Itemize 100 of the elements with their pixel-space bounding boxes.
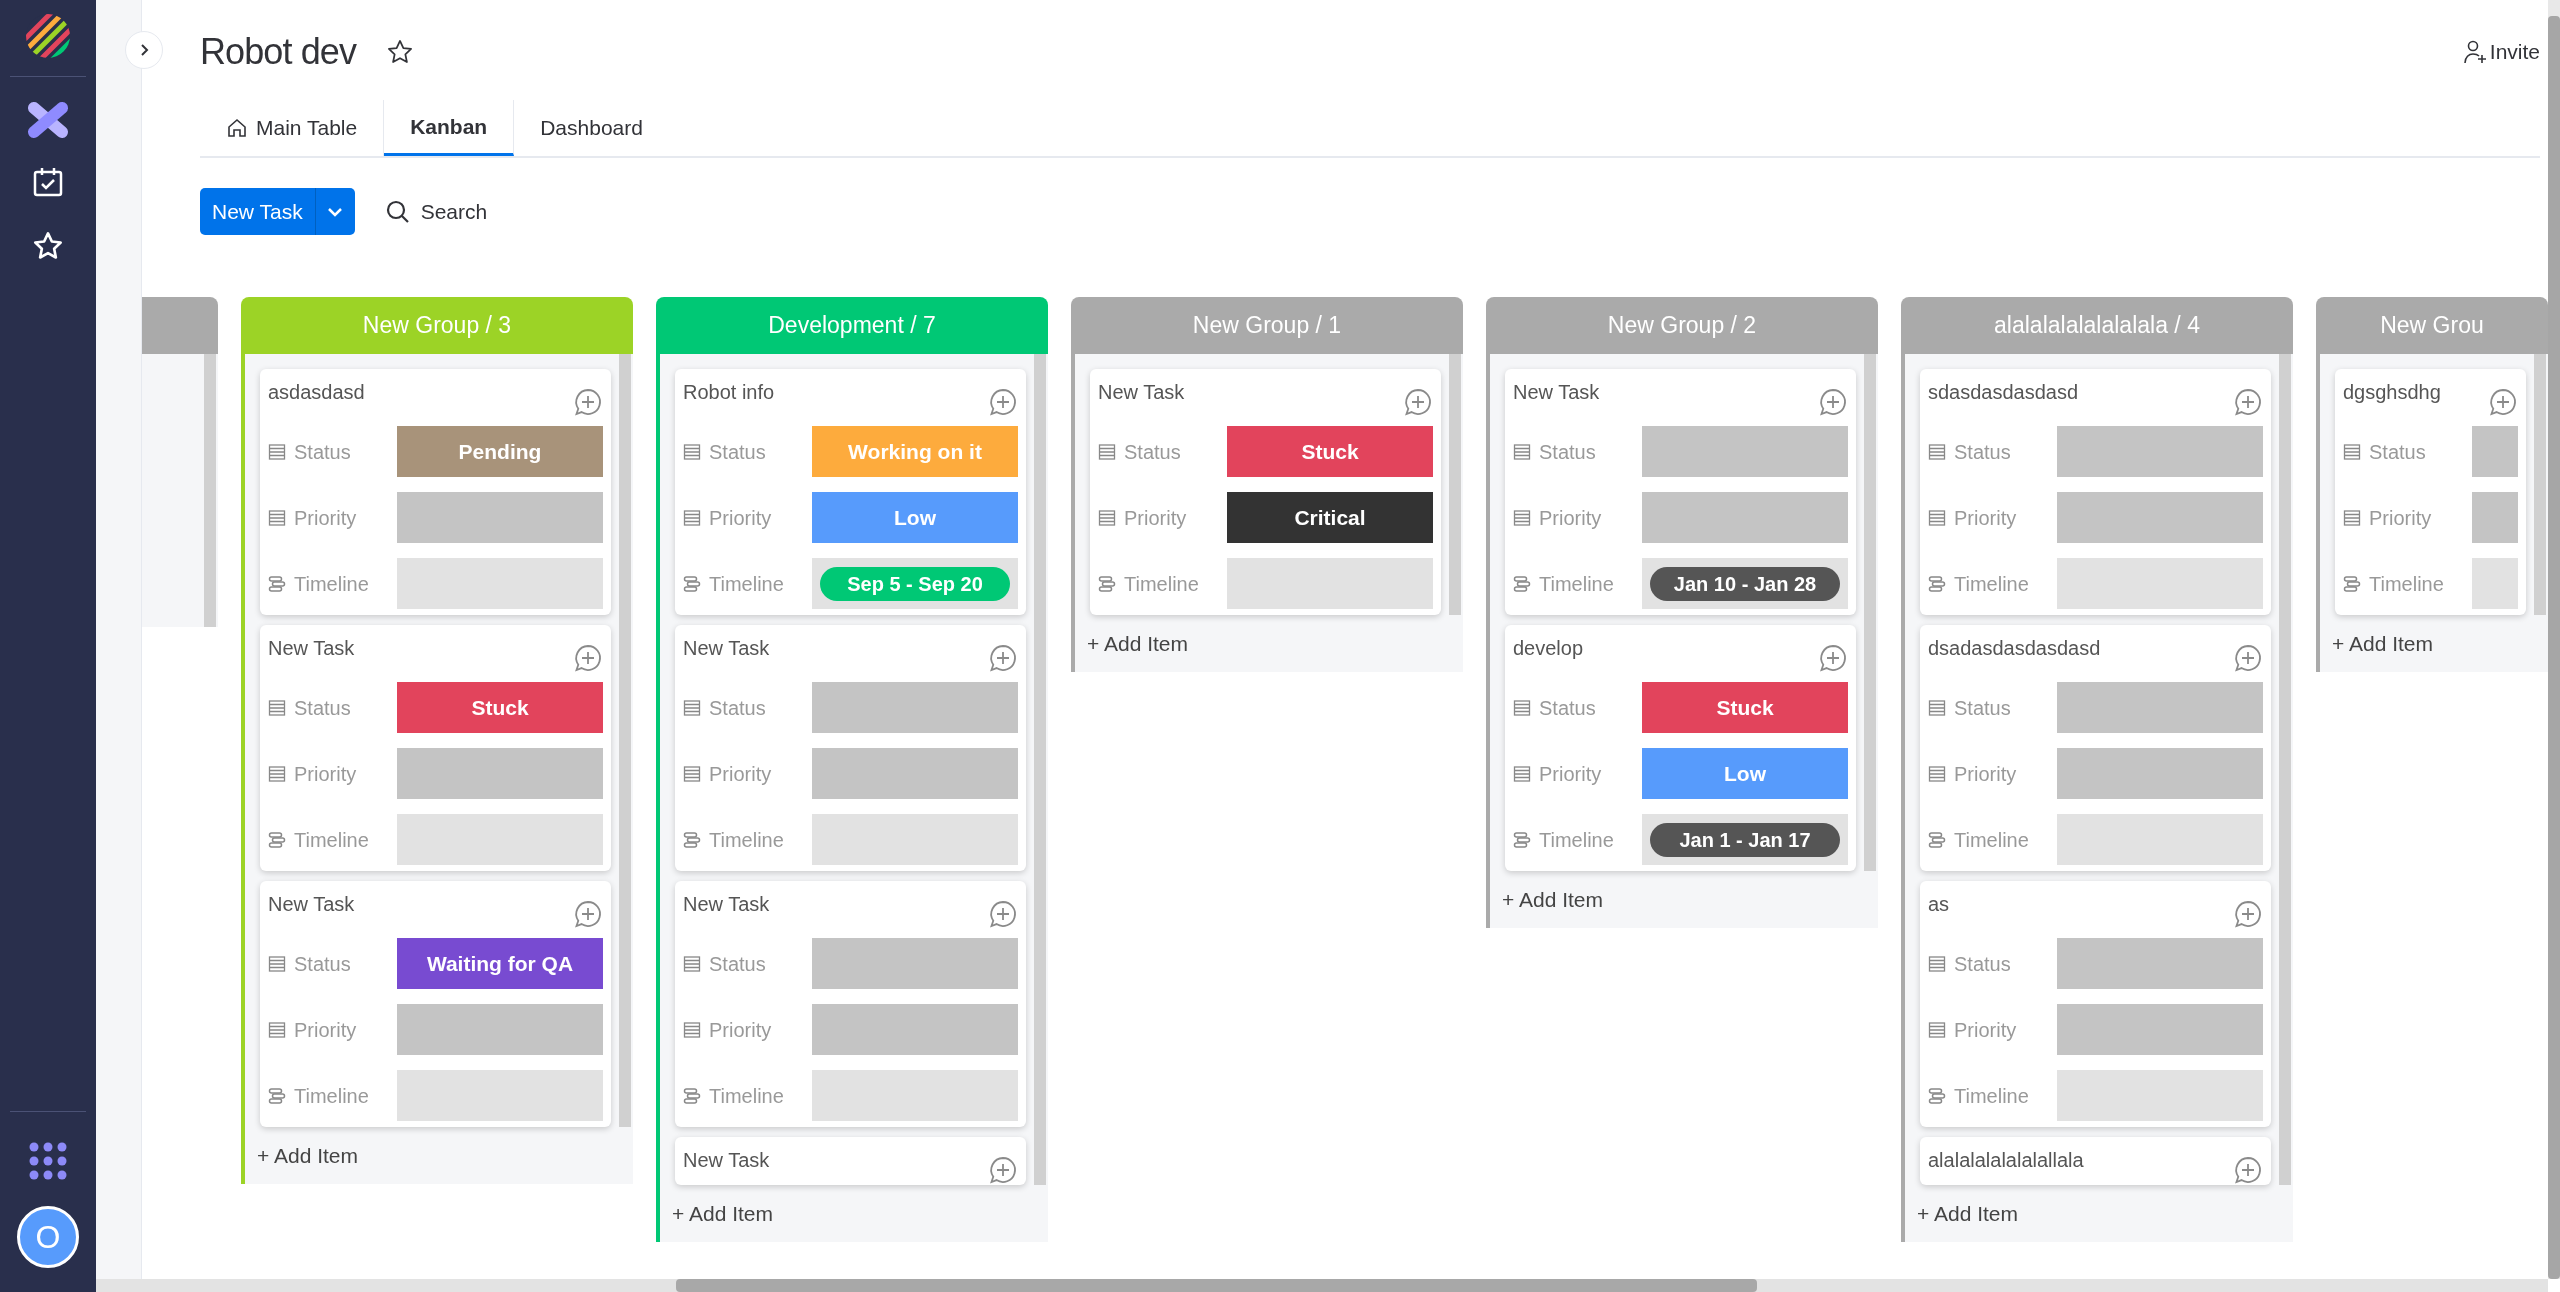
task-card[interactable]: dgsghsdhg Status Priority Timeline — [2335, 369, 2526, 615]
status-label[interactable]: Waiting for QA — [397, 938, 603, 989]
horizontal-scrollbar[interactable] — [96, 1279, 2548, 1292]
task-card[interactable]: New Task Status Priority Timeline — [675, 625, 1026, 871]
timeline-cell[interactable]: Jan 1 - Jan 17 — [1642, 814, 1848, 865]
view-tab[interactable]: Dashboard — [514, 100, 669, 156]
priority-label[interactable] — [2472, 492, 2518, 543]
task-card[interactable]: New Task Status Stuck Priority Critical Timeline — [1090, 369, 1441, 615]
timeline-cell[interactable] — [2057, 558, 2263, 609]
invite-link[interactable]: Invite — [2489, 36, 2540, 68]
status-label[interactable]: Stuck — [397, 682, 603, 733]
column-scrollbar[interactable] — [619, 354, 631, 1127]
add-update-icon[interactable] — [988, 387, 1018, 417]
priority-label[interactable] — [812, 1004, 1018, 1055]
task-title: New Task — [1513, 380, 1600, 405]
add-item-button[interactable]: + Add Item — [1905, 1185, 2293, 1242]
status-label[interactable] — [2057, 682, 2263, 733]
status-label[interactable] — [1642, 426, 1848, 477]
add-update-icon[interactable] — [2233, 643, 2263, 673]
status-label[interactable] — [2057, 938, 2263, 989]
add-item-button[interactable]: + Add Item — [660, 1185, 1048, 1242]
timeline-cell[interactable] — [812, 1070, 1018, 1121]
view-tab[interactable]: Kanban — [384, 100, 515, 156]
add-update-icon[interactable] — [1403, 387, 1433, 417]
timeline-cell[interactable] — [2472, 558, 2518, 609]
priority-label[interactable] — [2057, 492, 2263, 543]
add-update-icon[interactable] — [573, 387, 603, 417]
priority-label[interactable] — [812, 748, 1018, 799]
timeline-cell[interactable] — [2057, 814, 2263, 865]
priority-label[interactable] — [1642, 492, 1848, 543]
task-card[interactable]: New Task — [675, 1137, 1026, 1185]
add-item-button[interactable]: + Add Item — [1490, 871, 1878, 928]
list-icon — [1098, 508, 1116, 527]
task-card[interactable]: alalalalalalalallala — [1920, 1137, 2271, 1185]
timeline-cell[interactable]: Jan 10 - Jan 28 — [1642, 558, 1848, 609]
timeline-cell[interactable] — [2057, 1070, 2263, 1121]
field-label: Timeline — [709, 571, 784, 597]
column-scrollbar[interactable] — [1449, 354, 1461, 615]
timeline-cell[interactable] — [397, 814, 603, 865]
task-card[interactable]: New Task Status Waiting for QA Priority Timeline — [260, 881, 611, 1127]
task-card[interactable]: New Task Status Priority Timeline — [675, 881, 1026, 1127]
task-card[interactable]: sdasdasdasdasd Status Priority Timeline — [1920, 369, 2271, 615]
status-label[interactable] — [2472, 426, 2518, 477]
search-button[interactable]: Search — [384, 195, 488, 228]
add-update-icon[interactable] — [1818, 387, 1848, 417]
add-update-icon[interactable] — [2233, 387, 2263, 417]
cross-logo-icon[interactable] — [26, 100, 70, 140]
add-update-icon[interactable] — [1818, 643, 1848, 673]
task-card[interactable]: develop Status Stuck Priority Low Timeline Jan 1 - Jan 17 — [1505, 625, 1856, 871]
view-tab[interactable]: Main Table — [200, 100, 385, 156]
task-card[interactable]: as Status Priority Timeline — [1920, 881, 2271, 1127]
task-card[interactable]: Robot info Status Working on it Priority Low Timeline Sep 5 - Sep 20 — [675, 369, 1026, 615]
priority-label[interactable] — [397, 492, 603, 543]
priority-label[interactable] — [397, 748, 603, 799]
field-label: Priority — [1539, 505, 1602, 531]
add-update-icon[interactable] — [2233, 899, 2263, 929]
add-update-icon[interactable] — [988, 1155, 1018, 1185]
task-card[interactable]: New Task Status Priority Timeline Jan 10 - Jan 28 — [1505, 369, 1856, 615]
add-update-icon[interactable] — [2233, 1155, 2263, 1185]
field-label: Status — [2369, 439, 2426, 465]
status-label[interactable] — [2057, 426, 2263, 477]
new-task-button[interactable]: New Task — [200, 188, 355, 235]
status-label[interactable] — [812, 938, 1018, 989]
column-scrollbar[interactable] — [2279, 354, 2291, 1185]
vertical-scrollbar[interactable] — [2548, 0, 2560, 1279]
add-item-button[interactable]: + Add Item — [245, 1127, 633, 1184]
task-card[interactable]: asdasdasd Status Pending Priority Timeline — [260, 369, 611, 615]
task-card[interactable]: New Task Status Stuck Priority Timeline — [260, 625, 611, 871]
task-title: sdasdasdasdasd — [1928, 380, 2079, 405]
calendar-check-icon[interactable] — [32, 166, 64, 198]
add-person-icon[interactable] — [2461, 39, 2488, 65]
list-icon — [1928, 698, 1946, 717]
column-scrollbar[interactable] — [2534, 354, 2546, 615]
star-icon[interactable] — [32, 230, 64, 262]
task-card[interactable]: dsadasdasdasdasd Status Priority Timeline — [1920, 625, 2271, 871]
add-update-icon[interactable] — [573, 643, 603, 673]
timeline-cell[interactable] — [397, 558, 603, 609]
priority-label[interactable]: Critical — [1227, 492, 1433, 543]
field-label: Status — [294, 439, 351, 465]
star-icon[interactable] — [386, 38, 414, 66]
timeline-cell[interactable] — [1227, 558, 1433, 609]
priority-label[interactable] — [2057, 748, 2263, 799]
priority-label[interactable] — [2057, 1004, 2263, 1055]
add-update-icon[interactable] — [988, 643, 1018, 673]
add-update-icon[interactable] — [2488, 387, 2518, 417]
timeline-cell[interactable] — [812, 814, 1018, 865]
column-scrollbar[interactable] — [1034, 354, 1046, 1185]
add-item-button[interactable]: + Add Item — [1075, 615, 1463, 672]
apps-grid-icon[interactable] — [29, 1142, 67, 1180]
add-item-button[interactable]: + Add Item — [2320, 615, 2548, 672]
timeline-cell[interactable] — [397, 1070, 603, 1121]
status-label[interactable]: Stuck — [1227, 426, 1433, 477]
add-update-icon[interactable] — [988, 899, 1018, 929]
status-label[interactable] — [812, 682, 1018, 733]
add-update-icon[interactable] — [573, 899, 603, 929]
priority-label[interactable] — [397, 1004, 603, 1055]
column-scrollbar[interactable] — [204, 354, 216, 627]
logo-icon[interactable] — [25, 13, 71, 59]
status-label[interactable]: Stuck — [1642, 682, 1848, 733]
column-scrollbar[interactable] — [1864, 354, 1876, 871]
